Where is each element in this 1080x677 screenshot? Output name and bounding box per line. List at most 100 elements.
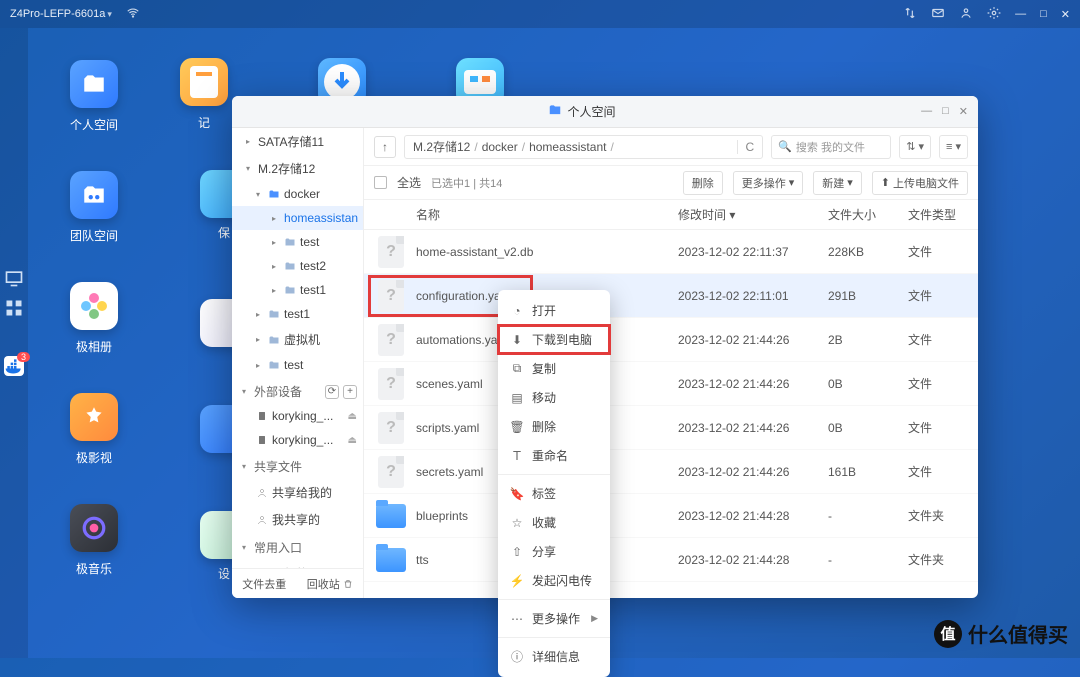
- file-size: 2B: [828, 333, 908, 347]
- sidebar-item-sata[interactable]: ▸SATA存储11: [232, 128, 363, 155]
- col-name[interactable]: 名称: [374, 206, 678, 223]
- fm-foot-dedup[interactable]: 文件去重: [242, 576, 286, 592]
- fm-toolbar: 全选 已选中1 | 共14 删除 更多操作 ▾ 新建 ▾ ⬆上传电脑文件: [364, 166, 978, 200]
- maximize-button[interactable]: □: [1040, 8, 1047, 20]
- file-mtime: 2023-12-02 21:44:26: [678, 333, 828, 347]
- ctx-fav[interactable]: ☆收藏: [498, 508, 610, 537]
- file-mtime: 2023-12-02 22:11:01: [678, 289, 828, 303]
- search-input[interactable]: 🔍搜索 我的文件: [771, 135, 891, 159]
- breadcrumb-seg[interactable]: docker: [482, 140, 518, 154]
- desktop-icon-personal[interactable]: 个人空间: [70, 60, 118, 133]
- fm-sidebar: ▸SATA存储11 ▾M.2存储12 ▾docker ▸homeassistan…: [232, 128, 364, 598]
- clock-icon: ◔: [510, 304, 524, 318]
- table-row[interactable]: tts2023-12-02 21:44:28-文件夹: [364, 538, 978, 582]
- sidebar-section-external[interactable]: ▾外部设备⟳+: [232, 377, 363, 404]
- file-type: 文件: [908, 287, 968, 304]
- sidebar-section-shared[interactable]: ▾共享文件: [232, 452, 363, 479]
- dock-item-apps[interactable]: [4, 298, 24, 318]
- up-button[interactable]: ↑: [374, 136, 396, 158]
- selection-status: 已选中1 | 共14: [431, 175, 502, 191]
- file-type: 文件: [908, 375, 968, 392]
- sidebar-item-shared-to-me[interactable]: 共享给我的: [232, 479, 363, 506]
- ctx-label[interactable]: 🔖标签: [498, 479, 610, 508]
- table-row[interactable]: ?automations.yaml2023-12-02 21:44:262B文件: [364, 318, 978, 362]
- ctx-delete[interactable]: 🗑删除: [498, 412, 610, 441]
- col-mtime[interactable]: 修改时间 ▾: [678, 206, 828, 223]
- fm-foot-trash[interactable]: 回收站: [307, 576, 353, 592]
- col-size[interactable]: 文件大小: [828, 206, 908, 223]
- table-row[interactable]: blueprints2023-12-02 21:44:28-文件夹: [364, 494, 978, 538]
- wifi-icon: [126, 6, 140, 23]
- dock-item-docker[interactable]: 3: [4, 356, 24, 376]
- sidebar-item-test1a[interactable]: ▸test1: [232, 278, 363, 302]
- new-button[interactable]: 新建 ▾: [813, 171, 862, 195]
- ctx-details[interactable]: ⓘ详细信息: [498, 642, 610, 671]
- device-selector[interactable]: Z4Pro-LEFP-6601a: [10, 8, 112, 20]
- mail-icon[interactable]: [931, 6, 945, 23]
- select-all-label[interactable]: 全选: [397, 174, 421, 191]
- sidebar-item-docker[interactable]: ▾docker: [232, 182, 363, 206]
- more-icon: ⋯: [510, 612, 524, 626]
- reload-icon[interactable]: C: [737, 140, 755, 154]
- ctx-share[interactable]: ⇧分享: [498, 537, 610, 566]
- sidebar-item-testc[interactable]: ▸test: [232, 353, 363, 377]
- sidebar-item-ext2[interactable]: koryking_...⏏: [232, 428, 363, 452]
- app-rail-item[interactable]: 记: [180, 58, 228, 131]
- sidebar-item-test1b[interactable]: ▸test1: [232, 302, 363, 326]
- add-icon[interactable]: +: [343, 385, 357, 399]
- sidebar-item-ext1[interactable]: koryking_...⏏: [232, 404, 363, 428]
- fm-minimize-button[interactable]: —: [921, 105, 932, 118]
- breadcrumb-seg[interactable]: homeassistant: [529, 140, 606, 154]
- desktop-icon-video[interactable]: 极影视: [70, 393, 118, 466]
- sidebar-item-homeassistant[interactable]: ▸homeassistan: [232, 206, 363, 230]
- file-type: 文件夹: [908, 551, 968, 568]
- sidebar-item-recent[interactable]: 最新的: [232, 560, 363, 568]
- fm-maximize-button[interactable]: □: [942, 105, 949, 118]
- sidebar-item-shared-by-me[interactable]: 我共享的: [232, 506, 363, 533]
- sidebar-item-vm[interactable]: ▸虚拟机: [232, 326, 363, 353]
- desktop-icon-photos[interactable]: 极相册: [70, 282, 118, 355]
- close-button[interactable]: ✕: [1061, 8, 1070, 21]
- select-all-checkbox[interactable]: [374, 176, 387, 189]
- delete-button[interactable]: 删除: [683, 171, 723, 195]
- table-row[interactable]: ?configuration.yaml2023-12-02 22:11:0129…: [364, 274, 978, 318]
- ctx-copy[interactable]: ⧉复制: [498, 354, 610, 383]
- user-icon[interactable]: [959, 6, 973, 23]
- ctx-more[interactable]: ⋯更多操作▶: [498, 604, 610, 633]
- file-name: scripts.yaml: [416, 421, 479, 435]
- transfer-icon[interactable]: [903, 6, 917, 23]
- bookmark-icon: 🔖: [510, 487, 524, 501]
- table-row[interactable]: ?scripts.yaml2023-12-02 21:44:260B文件: [364, 406, 978, 450]
- desktop-icon-label: 极音乐: [76, 560, 112, 577]
- ctx-open[interactable]: ◔打开: [498, 296, 610, 325]
- desktop-icon-team[interactable]: 团队空间: [70, 171, 118, 244]
- ctx-flash[interactable]: ⚡发起闪电传: [498, 566, 610, 595]
- ctx-move[interactable]: ▤移动: [498, 383, 610, 412]
- file-icon: ?: [378, 456, 404, 488]
- settings-icon[interactable]: [987, 6, 1001, 23]
- more-actions-button[interactable]: 更多操作 ▾: [733, 171, 804, 195]
- upload-button[interactable]: ⬆上传电脑文件: [872, 171, 968, 195]
- desktop-icon-label: 团队空间: [70, 227, 118, 244]
- fm-titlebar[interactable]: 个人空间 — □ ✕: [232, 96, 978, 128]
- move-icon: ▤: [510, 391, 524, 405]
- col-type[interactable]: 文件类型: [908, 206, 968, 223]
- ctx-download[interactable]: ⬇下载到电脑: [498, 325, 610, 354]
- sidebar-item-test[interactable]: ▸test: [232, 230, 363, 254]
- breadcrumb[interactable]: M.2存储12/ docker/ homeassistant/ C: [404, 135, 763, 159]
- minimize-button[interactable]: —: [1015, 8, 1026, 20]
- table-row[interactable]: ?home-assistant_v2.db2023-12-02 22:11:37…: [364, 230, 978, 274]
- dock-item-monitor[interactable]: [4, 268, 24, 288]
- sidebar-section-frequent[interactable]: ▾常用入口: [232, 533, 363, 560]
- breadcrumb-seg[interactable]: M.2存储12: [413, 138, 470, 155]
- table-row[interactable]: ?secrets.yaml2023-12-02 21:44:26161B文件: [364, 450, 978, 494]
- sort-button[interactable]: ⇅ ▾: [899, 135, 931, 159]
- ctx-rename[interactable]: Ｔ重命名: [498, 441, 610, 470]
- sidebar-item-test2[interactable]: ▸test2: [232, 254, 363, 278]
- fm-close-button[interactable]: ✕: [959, 105, 968, 118]
- view-button[interactable]: ≡ ▾: [939, 135, 968, 159]
- table-row[interactable]: ?scenes.yaml2023-12-02 21:44:260B文件: [364, 362, 978, 406]
- desktop-icon-music[interactable]: 极音乐: [70, 504, 118, 577]
- sidebar-item-m2[interactable]: ▾M.2存储12: [232, 155, 363, 182]
- refresh-icon[interactable]: ⟳: [325, 385, 339, 399]
